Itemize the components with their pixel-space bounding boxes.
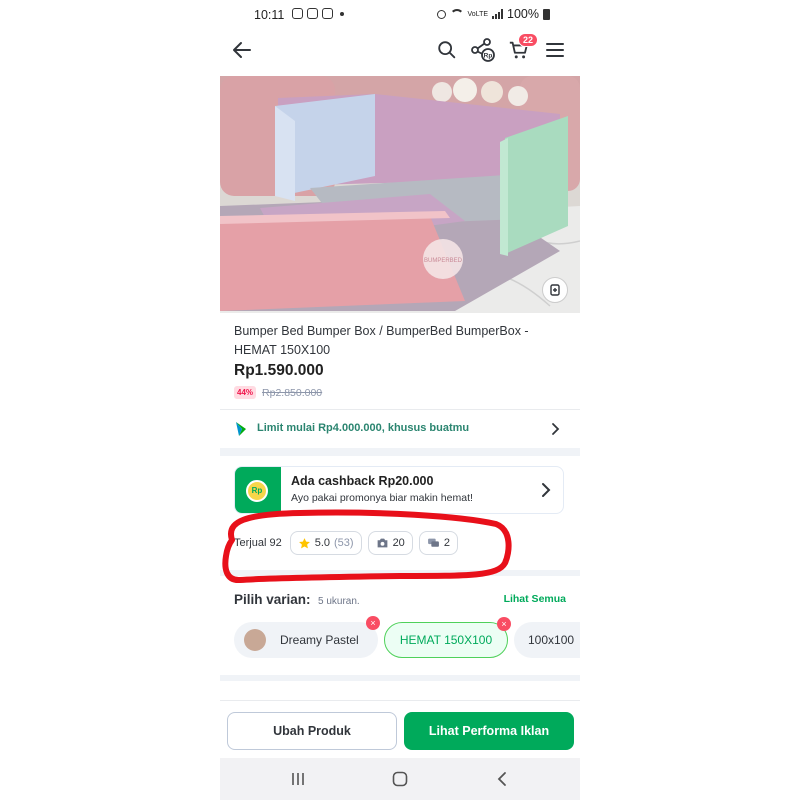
instagram-icon bbox=[292, 8, 303, 19]
limit-banner[interactable]: Limit mulai Rp4.000.000, khusus buatmu bbox=[220, 410, 580, 448]
cashback-icon-area: Rp bbox=[235, 467, 281, 513]
gallery-icon bbox=[307, 8, 318, 19]
variant-header: Pilih varian: 5 ukuran. Lihat Semua bbox=[234, 591, 566, 609]
system-navigation-bar bbox=[220, 758, 580, 800]
variant-label: Dreamy Pastel bbox=[280, 633, 359, 647]
back-chevron-icon bbox=[497, 772, 506, 786]
variant-label: 100x100 bbox=[528, 633, 575, 647]
remove-icon[interactable]: × bbox=[366, 616, 380, 630]
top-navigation: Rp 22 bbox=[220, 30, 580, 70]
share-button[interactable]: Rp bbox=[470, 37, 496, 63]
star-icon bbox=[298, 537, 310, 548]
product-image[interactable]: BUMPERBED bbox=[220, 76, 580, 313]
image-watermark: BUMPERBED bbox=[424, 258, 463, 264]
view-ad-performance-button[interactable]: Lihat Performa Iklan bbox=[404, 712, 574, 750]
variant-list: Dreamy Pastel × HEMAT 150X100 × 100x100 bbox=[234, 616, 580, 660]
paylater-icon bbox=[236, 422, 246, 436]
hamburger-menu-icon bbox=[546, 43, 564, 57]
system-back-button[interactable] bbox=[492, 770, 512, 788]
back-button[interactable] bbox=[230, 38, 254, 62]
discussion-count: 2 bbox=[443, 537, 450, 549]
phone-screen: 10:11 VoLTE 100% Rp 22 BUMPERBED Bumper … bbox=[220, 0, 580, 800]
camera-icon bbox=[377, 538, 387, 548]
signal-icon bbox=[492, 9, 504, 19]
share-rp-label: Rp bbox=[484, 53, 493, 60]
instagram-icon-2 bbox=[322, 8, 333, 19]
section-separator bbox=[220, 675, 580, 681]
variant-chip-dreamy-pastel[interactable]: Dreamy Pastel × bbox=[234, 616, 380, 658]
variant-count: 5 ukuran. bbox=[317, 596, 360, 607]
rating-value: 5.0 bbox=[314, 537, 330, 549]
variant-chip-hemat-150x100[interactable]: HEMAT 150X100 × bbox=[384, 617, 511, 658]
product-photo: BUMPERBED bbox=[220, 76, 580, 313]
system-indicators: VoLTE 100% bbox=[436, 7, 550, 21]
more-notifications-dot-icon bbox=[340, 12, 344, 16]
volte-label: VoLTE bbox=[467, 10, 489, 18]
cashback-title: Ada cashback Rp20.000 bbox=[291, 474, 434, 488]
status-bar: 10:11 VoLTE 100% bbox=[220, 0, 580, 30]
product-stats: Terjual 92 5.0 (53) 20 2 bbox=[234, 530, 458, 556]
rating-chip[interactable]: 5.0 (53) bbox=[289, 531, 362, 555]
recent-apps-icon bbox=[292, 773, 304, 785]
recent-apps-button[interactable] bbox=[288, 770, 308, 788]
share-icon: Rp bbox=[471, 38, 495, 62]
cashback-coin-icon: Rp bbox=[246, 480, 268, 502]
image-share-icon bbox=[550, 284, 560, 296]
cart-button[interactable]: 22 bbox=[506, 33, 538, 63]
discount-row: 44% Rp2.850.000 bbox=[234, 386, 322, 399]
chevron-right-icon bbox=[552, 423, 560, 435]
original-price: Rp2.850.000 bbox=[262, 386, 323, 399]
search-icon bbox=[438, 41, 456, 59]
cart-count-badge: 22 bbox=[517, 33, 538, 47]
product-price: Rp1.590.000 bbox=[234, 362, 324, 379]
variant-title: Pilih varian: bbox=[234, 592, 311, 607]
menu-button[interactable] bbox=[542, 37, 568, 63]
discussion-chip[interactable]: 2 bbox=[418, 531, 458, 555]
see-all-link[interactable]: Lihat Semua bbox=[504, 593, 566, 605]
image-action-button[interactable] bbox=[542, 277, 568, 303]
variant-chip-100x100[interactable]: 100x100 bbox=[514, 622, 580, 658]
battery-icon bbox=[543, 8, 550, 20]
cashback-subtitle: Ayo pakai promonya biar makin hemat! bbox=[291, 492, 473, 504]
variant-thumbnail bbox=[244, 629, 266, 651]
alarm-icon bbox=[436, 9, 446, 19]
status-time: 10:11 bbox=[254, 8, 285, 22]
chat-icon bbox=[427, 538, 439, 547]
home-button[interactable] bbox=[390, 770, 410, 788]
notification-icons bbox=[292, 8, 344, 19]
limit-text: Limit mulai Rp4.000.000, khusus buatmu bbox=[257, 422, 470, 434]
cashback-card[interactable]: Rp Ada cashback Rp20.000 Ayo pakai promo… bbox=[234, 466, 564, 514]
discount-badge: 44% bbox=[234, 386, 257, 399]
edit-product-button[interactable]: Ubah Produk bbox=[227, 712, 397, 750]
back-arrow-icon bbox=[233, 42, 251, 58]
section-separator bbox=[220, 448, 580, 456]
battery-percent: 100% bbox=[507, 7, 539, 21]
sold-count: Terjual 92 bbox=[234, 537, 282, 549]
rating-count: (53) bbox=[334, 537, 354, 549]
photos-chip[interactable]: 20 bbox=[367, 531, 413, 555]
wifi-icon bbox=[449, 9, 464, 19]
chevron-right-icon bbox=[542, 483, 551, 497]
search-button[interactable] bbox=[434, 37, 460, 63]
variant-label: HEMAT 150X100 bbox=[399, 633, 493, 647]
section-separator bbox=[220, 570, 580, 576]
home-icon bbox=[392, 771, 408, 787]
remove-icon[interactable]: × bbox=[497, 617, 511, 631]
bottom-action-bar: Ubah Produk Lihat Performa Iklan bbox=[220, 700, 580, 758]
photo-count: 20 bbox=[392, 537, 405, 549]
product-title: Bumper Bed Bumper Box / BumperBed Bumper… bbox=[234, 324, 529, 357]
